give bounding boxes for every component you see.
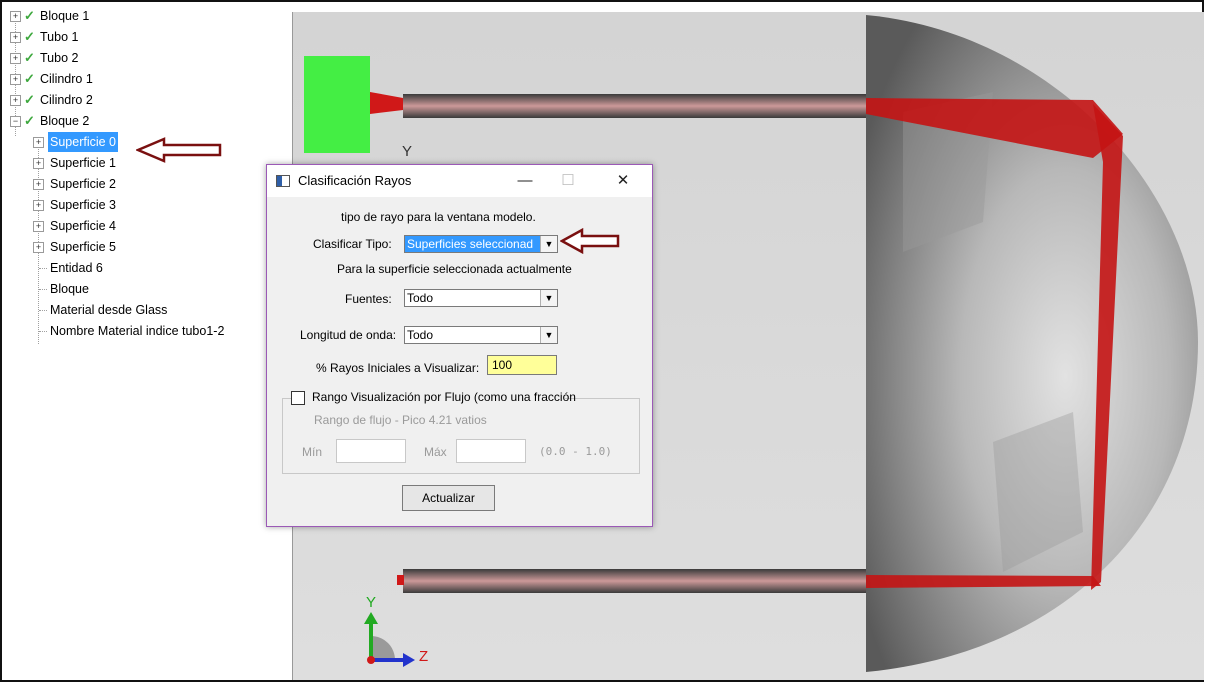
flux-checkbox-row[interactable]: Rango Visualización por Flujo (como una … (291, 389, 576, 407)
check-icon: ✓ (24, 113, 35, 128)
expand-icon[interactable]: + (10, 53, 21, 64)
sources-label: Fuentes: (345, 292, 392, 306)
check-icon: ✓ (24, 8, 35, 23)
dropdown-arrow-icon[interactable]: ▼ (540, 290, 557, 306)
axis-label-y: Y (366, 594, 377, 611)
expand-icon[interactable]: + (10, 32, 21, 43)
rays-label: % Rayos Iniciales a Visualizar: (316, 361, 480, 375)
dialog-intro-text: tipo de rayo para la ventana modelo. (341, 210, 536, 224)
collapse-icon[interactable]: − (10, 116, 21, 127)
axis-label-y-top: Y (402, 143, 413, 160)
annotation-arrow-left-icon (136, 137, 222, 163)
expand-icon[interactable]: + (33, 179, 44, 190)
wavelength-select[interactable]: Todo ▼ (404, 326, 558, 344)
tree-item-label: Superficie 3 (50, 198, 117, 212)
classify-label: Clasificar Tipo: (313, 237, 392, 251)
expand-icon[interactable]: + (33, 242, 44, 253)
tree-item-label: Superficie 2 (50, 177, 117, 191)
flux-range-label: Rango de flujo - Pico 4.21 vatios (314, 413, 487, 427)
sources-value: Todo (407, 291, 434, 305)
check-icon: ✓ (24, 92, 35, 107)
clasificacion-rayos-dialog[interactable]: Clasificación Rayos — ☐ ✕ tipo de rayo p… (266, 164, 653, 527)
tree-item-label: Superficie 0 (48, 132, 119, 152)
expand-icon[interactable]: + (10, 11, 21, 22)
wavelength-label: Longitud de onda: (300, 328, 397, 342)
tree-item-label: Tubo 2 (40, 51, 79, 65)
tree-item-label: Material desde Glass (50, 303, 168, 317)
tree-connector (39, 310, 47, 311)
dropdown-arrow-icon[interactable]: ▼ (540, 327, 557, 343)
ray-shape (397, 575, 404, 585)
maximize-button[interactable]: ☐ (548, 169, 588, 193)
check-icon: ✓ (24, 50, 35, 65)
axis-label-z: Z (419, 648, 429, 665)
expand-icon[interactable]: + (10, 74, 21, 85)
classify-select[interactable]: Superficies seleccionad ▼ (404, 235, 558, 253)
range-hint: (0.0 - 1.0) (539, 445, 612, 458)
wavelength-value: Todo (407, 328, 434, 342)
dialog-titlebar[interactable]: Clasificación Rayos — ☐ ✕ (267, 165, 652, 197)
tube-bottom-shape (403, 569, 866, 593)
flux-checkbox-label: Rango Visualización por Flujo (como una … (312, 390, 576, 404)
model-tree[interactable]: + ✓ Bloque 1 + ✓ Tubo 1 + ✓ Tubo 2 + ✓ C… (6, 6, 292, 680)
dialog-title: Clasificación Rayos (298, 173, 412, 188)
app-window-icon (276, 175, 290, 187)
tree-item-label: Tubo 1 (40, 30, 79, 44)
tree-item-label: Entidad 6 (50, 261, 103, 275)
expand-icon[interactable]: + (33, 200, 44, 211)
tree-item-label: Bloque 1 (40, 9, 90, 23)
expand-icon[interactable]: + (33, 158, 44, 169)
expand-icon[interactable]: + (10, 95, 21, 106)
axis-triad-icon (364, 612, 415, 667)
minimize-button[interactable]: — (505, 169, 545, 193)
annotation-arrow-left-icon (560, 228, 620, 254)
expand-icon[interactable]: + (33, 221, 44, 232)
tree-item-label: Nombre Material indice tubo1-2 (50, 324, 225, 338)
ray-shape (866, 575, 1101, 588)
min-label: Mín (302, 445, 323, 459)
tree-item-label: Superficie 5 (50, 240, 117, 254)
flux-checkbox[interactable] (291, 391, 305, 405)
tree-item-label: Superficie 4 (50, 219, 117, 233)
rays-value: 100 (492, 358, 513, 372)
min-input[interactable] (336, 439, 406, 463)
tree-item-label: Cilindro 1 (40, 72, 93, 86)
tree-connector (39, 289, 47, 290)
tree-item-label: Superficie 1 (50, 156, 117, 170)
tube-top-shape (403, 94, 866, 118)
ray-shape (370, 92, 403, 114)
max-input[interactable] (456, 439, 526, 463)
tree-item-label: Bloque (50, 282, 89, 296)
tree-connector (39, 268, 47, 269)
check-icon: ✓ (24, 71, 35, 86)
update-button[interactable]: Actualizar (402, 485, 495, 511)
subtitle-text: Para la superficie seleccionada actualme… (337, 262, 572, 276)
tree-item-label: Cilindro 2 (40, 93, 93, 107)
rays-input[interactable]: 100 (487, 355, 557, 375)
classify-value: Superficies seleccionad (407, 237, 534, 251)
max-label: Máx (424, 445, 447, 459)
dropdown-arrow-icon[interactable]: ▼ (540, 236, 557, 252)
expand-icon[interactable]: + (33, 137, 44, 148)
sources-select[interactable]: Todo ▼ (404, 289, 558, 307)
tree-item-label: Bloque 2 (40, 114, 90, 128)
tree-connector (39, 331, 47, 332)
close-button[interactable]: ✕ (603, 169, 643, 193)
check-icon: ✓ (24, 29, 35, 44)
green-block-shape (304, 56, 370, 153)
